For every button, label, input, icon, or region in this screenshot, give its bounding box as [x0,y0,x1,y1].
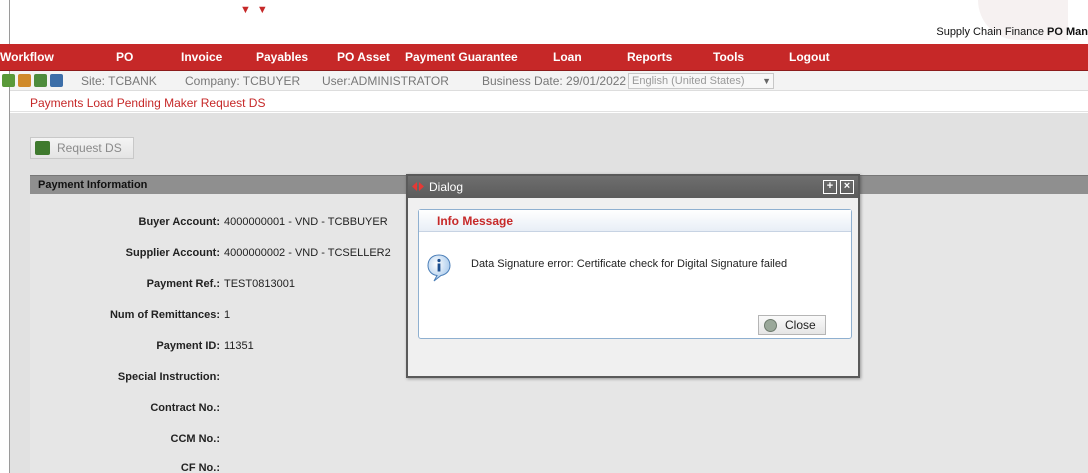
info-dialog: Dialog + × Info Message Data Signature e… [406,174,860,378]
dialog-logo-icon [412,182,424,191]
message-panel-title: Info Message [437,214,514,228]
logo-icon: ▼▼ [240,4,274,16]
context-bar: Site: TCBANK Company: TCBUYER User:ADMIN… [2,71,1088,91]
menu-item-po[interactable]: PO [116,44,133,71]
message-panel-header: Info Message [419,210,851,232]
menu-item-logout[interactable]: Logout [789,44,830,71]
menu-item-payment-guarantee[interactable]: Payment Guarantee [405,44,518,71]
request-icon [35,141,50,155]
app-title: Supply Chain Finance PO Man [936,26,1088,38]
close-button[interactable]: Close [758,315,826,335]
field-label: Supplier Account: [125,247,220,259]
request-ds-button[interactable]: Request DS [30,137,134,159]
module-name: PO Man [1047,26,1088,38]
dialog-titlebar[interactable]: Dialog + × [408,176,858,198]
field-label: Payment ID: [156,340,220,352]
breadcrumb-text: Payments Load Pending Maker Request DS [30,96,266,110]
dialog-title: Dialog [429,180,464,194]
message-panel: Info Message Data Signature error: Certi… [418,209,852,339]
switch-user-icon[interactable] [18,74,31,87]
field-value: 11351 [224,340,254,352]
language-select[interactable]: English (United States) ▼ [628,73,774,89]
site-label: Site: TCBANK [81,74,157,88]
user-label: User:ADMINISTRATOR [322,74,449,88]
maximize-icon[interactable]: + [823,180,837,194]
menu-item-invoice[interactable]: Invoice [181,44,222,71]
info-icon [427,254,451,282]
close-circle-icon [764,319,777,332]
menu-item-reports[interactable]: Reports [627,44,672,71]
field-label: Special Instruction: [117,371,220,383]
field-label: Num of Remittances: [109,309,220,321]
close-button-label: Close [785,318,816,332]
top-header: ▼▼ Supply Chain Finance PO Man [0,0,1088,43]
field-label: CF No.: [180,462,220,473]
users-icon[interactable] [2,74,15,87]
close-icon[interactable]: × [840,180,854,194]
menu-item-tools[interactable]: Tools [713,44,744,71]
company-label: Company: TCBUYER [185,74,301,88]
calendar-icon[interactable] [50,74,63,87]
language-value: English (United States) [632,75,745,87]
request-ds-label: Request DS [57,141,122,155]
document-icon[interactable] [34,74,47,87]
field-label: Payment Ref.: [146,278,220,290]
field-label: CCM No.: [170,433,221,445]
field-label: Contract No.: [150,402,220,414]
business-date-label: Business Date: 29/01/2022 [482,74,627,88]
breadcrumb: Payments Load Pending Maker Request DS [10,92,1088,112]
page: ▼▼ Supply Chain Finance PO Man Workflow … [0,0,1088,473]
section-title: Payment Information [38,179,148,191]
chevron-down-icon: ▼ [762,76,771,86]
app-name: Supply Chain Finance [936,26,1044,38]
menu-item-workflow[interactable]: Workflow [0,44,54,71]
field-value: 4000000002 - VND - TCSELLER2 [224,247,391,259]
menu-item-po-asset[interactable]: PO Asset [337,44,390,71]
field-value: 4000000001 - VND - TCBBUYER [224,216,388,228]
context-toolbar-icons [2,74,63,87]
message-text: Data Signature error: Certificate check … [471,258,788,270]
field-value: 1 [224,309,231,321]
menu-item-payables[interactable]: Payables [256,44,308,71]
field-value: TEST0813001 [224,278,295,290]
field-label: Buyer Account: [138,216,221,228]
menu-item-loan[interactable]: Loan [553,44,582,71]
main-menu: Workflow PO Invoice Payables PO Asset Pa… [0,44,1088,71]
